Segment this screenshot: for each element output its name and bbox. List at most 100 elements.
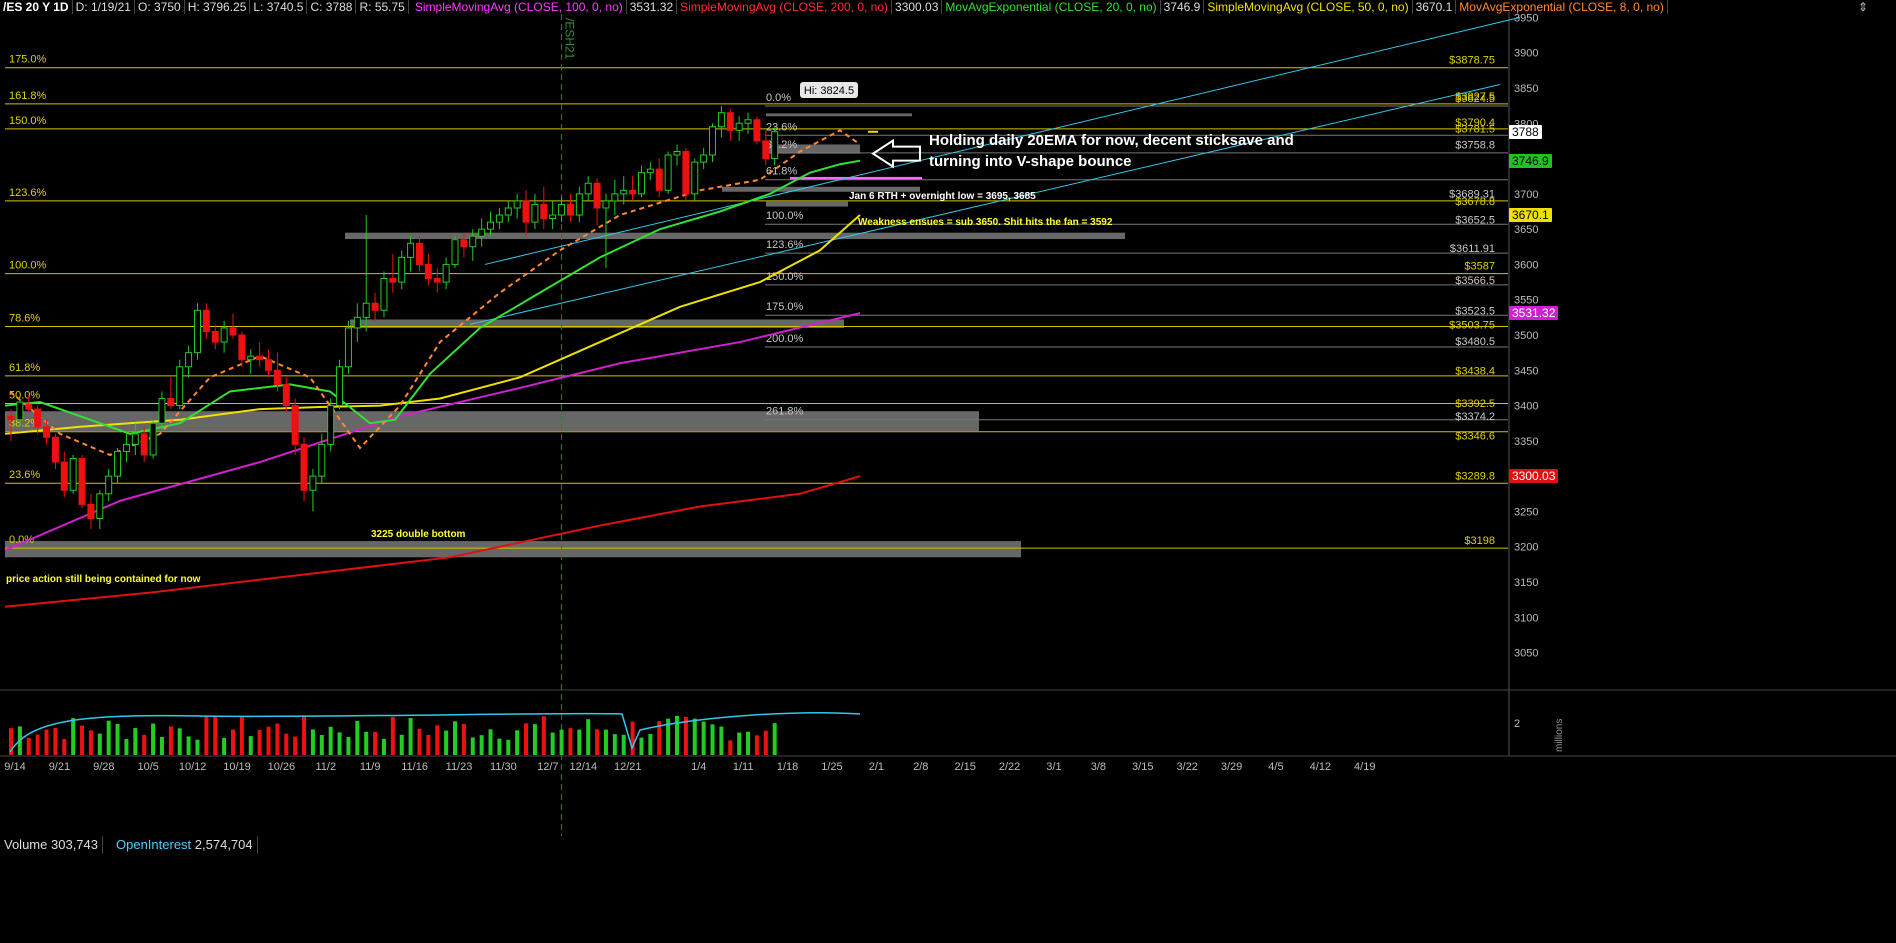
candle-up [105,475,113,495]
volume-bar [328,726,333,755]
study-legend-item[interactable]: MovAvgExponential (CLOSE, 20, 0, no) [942,0,1161,14]
date-axis-tick: 9/14 [4,761,25,773]
symbol-label[interactable]: /ES 20 Y 1D [0,0,73,14]
candle-up [735,122,743,131]
volume-bar [381,738,386,755]
volume-bar [763,730,768,755]
volume-bar [44,729,49,755]
candle-up [193,309,201,354]
candle-down [34,408,42,428]
date-axis-tick: 4/5 [1268,761,1283,773]
price-axis-tick: 3700 [1514,189,1538,201]
volume-bar [470,737,475,755]
volume-bar [35,734,40,755]
candle-down [726,112,734,131]
volume-bar [408,718,413,755]
level-price-label: $3374.2 [1455,411,1495,423]
candle-up [469,235,477,248]
candle-up [646,168,654,174]
date-axis-tick: 10/5 [137,761,158,773]
volume-bar [159,736,164,755]
level-price-label: $3758.8 [1455,139,1495,151]
volume-bar [444,730,449,755]
price-axis-tick: 3900 [1514,48,1538,60]
volume-bar [532,724,537,755]
candle-up [620,189,628,195]
volume-bar [346,737,351,755]
fib-level-label: 161.8% [9,90,47,102]
candle-up [149,422,157,456]
study-legend-item[interactable]: SimpleMovingAvg (CLOSE, 100, 0, no) [411,0,627,14]
price-chart[interactable]: 175.0% 161.8% 150.0% 123.6% 100.0% 78.6% 61.8%… [0,0,1896,943]
volume-bar [417,728,422,755]
candle-up [717,112,725,128]
candle-up [664,154,672,191]
support-zone [766,113,912,117]
volume-bar [701,721,706,755]
volume-bar [426,734,431,755]
candle-up [611,193,619,202]
volume-bar [195,739,200,755]
volume-bar [80,725,85,755]
candle-up [158,398,166,424]
price-axis-tick: 3450 [1514,365,1538,377]
price-axis-tick: 3500 [1514,330,1538,342]
price-axis-tag: 3746.9 [1509,153,1552,168]
candle-up [709,126,717,156]
candle-up [407,242,415,258]
volume-bar [524,723,529,755]
candle-up [336,366,344,407]
candle-down [60,461,68,491]
date-axis-tick: 11/2 [316,761,337,773]
fib-level-label: 50.0% [9,389,40,401]
candle-down [300,443,308,491]
level-price-label: $3503.75 [1449,319,1495,331]
volume-bar [754,735,759,755]
bar-low: L: 3740.5 [250,0,308,14]
volume-bar [133,728,138,755]
price-axis-tick: 3850 [1514,83,1538,95]
study-legend-item[interactable]: SimpleMovingAvg (CLOSE, 50, 0, no) [1204,0,1413,14]
study-legend-item[interactable]: SimpleMovingAvg (CLOSE, 200, 0, no) [677,0,893,14]
date-axis-tick: 2/22 [999,761,1020,773]
price-axis-tag: 3788 [1509,124,1542,139]
volume-bar [692,718,697,755]
candle-down [415,242,423,265]
candle-up [398,256,406,283]
candle-up [478,228,486,237]
price-axis-tick: 3100 [1514,612,1538,624]
volume-bar [746,731,751,755]
volume-label: Volume 303,743 [0,836,103,854]
volume-bar [222,737,227,755]
level-price-label: $3781.5 [1455,123,1495,135]
date-axis-tick: 3/8 [1091,761,1106,773]
collapse-icon[interactable]: ⇕ [1854,0,1872,14]
candle-up [504,207,512,216]
candle-up [637,172,645,195]
candle-up [584,182,592,195]
fib-extension-label: 38.2% [766,139,797,151]
candle-up [122,443,130,452]
level-price-label: $3480.5 [1455,336,1495,348]
price-axis-tick: 3650 [1514,224,1538,236]
fib-level-label: 23.6% [9,469,40,481]
annotation-text: Jan 6 RTH + overnight low = 3695, 3685 [849,191,1036,202]
volume-bar [168,726,173,755]
study-legend-item[interactable]: MovAvgExponential (CLOSE, 8, 0, no) [1456,0,1668,14]
price-axis-tag: 3531.32 [1509,305,1559,320]
candle-down [433,278,441,283]
volume-bar [204,716,209,755]
volume-bar [586,719,591,755]
price-axis-tick: 3150 [1514,577,1538,589]
candle-down [140,433,148,456]
volume-bar [302,715,307,755]
volume-bar [186,736,191,755]
date-axis-tick: 2/15 [954,761,975,773]
volume-bar [453,721,457,755]
bar-range: R: 55.75 [356,0,409,14]
chart-header: /ES 20 Y 1D D: 1/19/21 O: 3750 H: 3796.25 L:… [0,0,1671,16]
date-axis-tick: 2/8 [913,761,928,773]
date-axis-tick: 12/14 [570,761,598,773]
volume-axis-unit: millions [1554,719,1565,752]
candle-up [771,131,779,160]
